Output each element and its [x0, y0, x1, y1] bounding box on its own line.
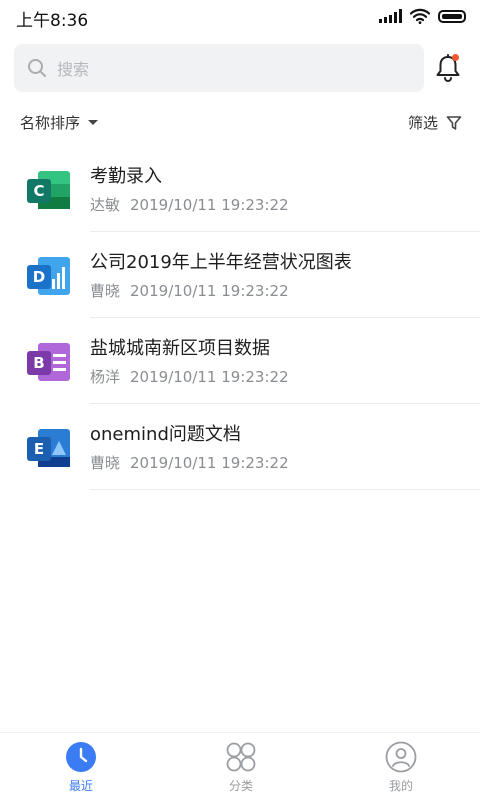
- file-list: C 考勤录入 达敏 2019/10/11 19:23:22 D 公司2019年上半…: [0, 146, 480, 490]
- file-title: onemind问题文档: [90, 424, 241, 445]
- sort-button[interactable]: 名称排序: [20, 112, 99, 133]
- notification-dot: [452, 54, 459, 61]
- battery-icon: [438, 9, 466, 23]
- nav-item-category[interactable]: 分类: [201, 741, 281, 794]
- file-date: 2019/10/11 19:23:22: [130, 454, 289, 472]
- nav-item-recent[interactable]: 最近: [41, 741, 121, 794]
- document-file-icon: E: [27, 429, 70, 467]
- file-author: 曹晓: [90, 282, 121, 300]
- file-author: 达敏: [90, 196, 121, 214]
- profile-icon: [385, 741, 417, 773]
- signal-icon: [379, 9, 402, 23]
- file-author: 曹晓: [90, 454, 121, 472]
- bottom-nav: 最近 分类 我的: [0, 732, 480, 800]
- file-title: 考勤录入: [90, 166, 162, 187]
- file-item[interactable]: E onemind问题文档 曹晓 2019/10/11 19:23:22: [0, 404, 480, 490]
- nav-label: 我的: [388, 779, 413, 793]
- file-icon-letter: B: [33, 354, 44, 372]
- nav-label: 最近: [68, 779, 93, 793]
- file-item[interactable]: D 公司2019年上半年经营状况图表 曹晓 2019/10/11 19:23:22: [0, 232, 480, 318]
- file-date: 2019/10/11 19:23:22: [130, 196, 289, 214]
- sort-filter-bar: 名称排序 筛选: [0, 110, 480, 138]
- wifi-icon: [410, 8, 430, 24]
- file-author: 杨洋: [90, 368, 121, 386]
- category-icon: [226, 742, 256, 772]
- search-icon: [28, 59, 46, 77]
- caret-down-icon: [88, 120, 99, 125]
- clock-icon: [66, 742, 96, 772]
- divider: [90, 489, 480, 490]
- spreadsheet-file-icon: C: [27, 171, 70, 209]
- notebook-file-icon: B: [27, 343, 70, 381]
- filter-icon: [446, 115, 462, 130]
- file-icon-letter: C: [33, 182, 44, 200]
- file-meta: 曹晓 2019/10/11 19:23:22: [90, 280, 289, 301]
- status-bar: 上午8:36: [0, 0, 480, 36]
- nav-label: 分类: [228, 779, 253, 793]
- file-date: 2019/10/11 19:23:22: [130, 282, 289, 300]
- search-input[interactable]: 搜索: [14, 44, 424, 92]
- status-icons: [379, 8, 466, 24]
- file-title: 盐城城南新区项目数据: [90, 338, 270, 359]
- status-time: 上午8:36: [16, 11, 89, 31]
- chart-file-icon: D: [27, 257, 70, 295]
- file-item[interactable]: C 考勤录入 达敏 2019/10/11 19:23:22: [0, 146, 480, 232]
- file-meta: 曹晓 2019/10/11 19:23:22: [90, 452, 289, 473]
- file-meta: 杨洋 2019/10/11 19:23:22: [90, 366, 289, 387]
- file-icon-letter: E: [34, 440, 44, 458]
- file-item[interactable]: B 盐城城南新区项目数据 杨洋 2019/10/11 19:23:22: [0, 318, 480, 404]
- file-date: 2019/10/11 19:23:22: [130, 368, 289, 386]
- bell-icon[interactable]: [432, 52, 464, 84]
- file-meta: 达敏 2019/10/11 19:23:22: [90, 194, 289, 215]
- nav-item-profile[interactable]: 我的: [361, 741, 441, 794]
- filter-button[interactable]: 筛选: [408, 112, 462, 133]
- sort-label: 名称排序: [20, 114, 81, 132]
- file-icon-letter: D: [33, 268, 45, 286]
- filter-label: 筛选: [407, 114, 438, 132]
- search-placeholder: 搜索: [57, 60, 90, 79]
- file-title: 公司2019年上半年经营状况图表: [90, 252, 352, 273]
